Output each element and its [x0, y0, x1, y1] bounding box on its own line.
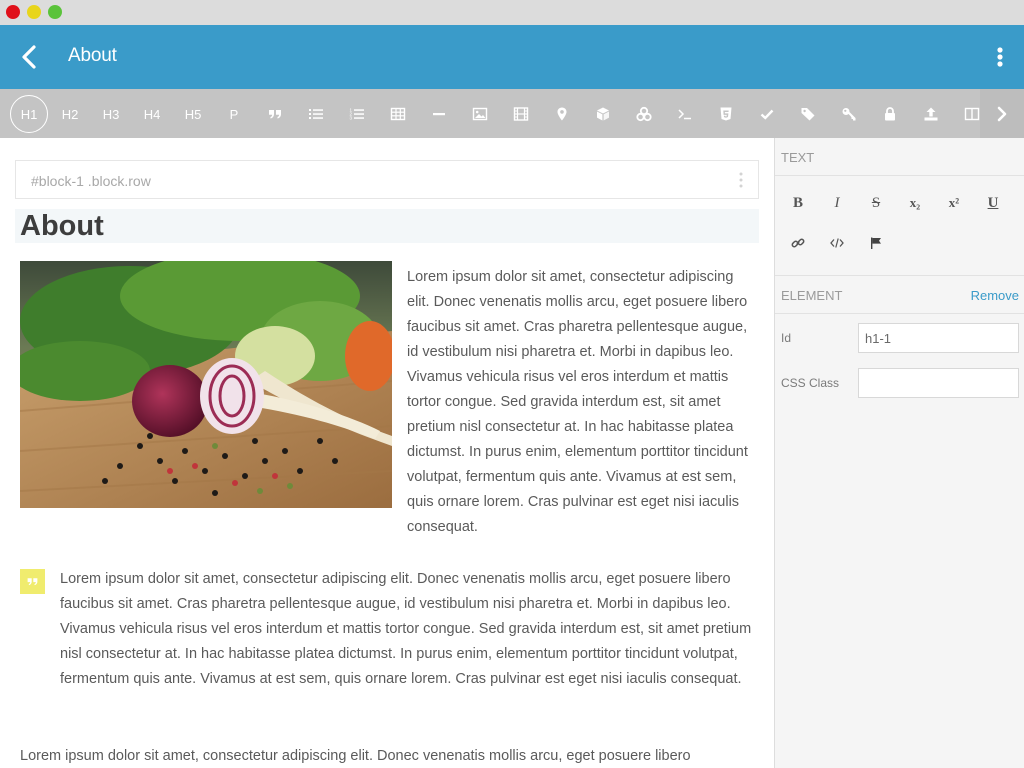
window-titlebar — [0, 0, 1024, 25]
italic-icon: I — [834, 194, 840, 211]
element-section-header: ELEMENT Remove — [775, 276, 1024, 314]
toolbar-cubes-button[interactable] — [625, 95, 663, 133]
toolbar-terminal-button[interactable] — [666, 95, 704, 133]
toolbar-h5-button[interactable]: H5 — [174, 95, 212, 133]
flag-button[interactable] — [861, 228, 891, 258]
italic-button[interactable]: I — [822, 188, 852, 218]
toolbar-check-button[interactable] — [748, 95, 786, 133]
toolbar-cube-button[interactable] — [584, 95, 622, 133]
quote-icon — [269, 110, 281, 119]
superscript-button[interactable]: x² — [939, 188, 969, 218]
body-paragraph[interactable]: Lorem ipsum dolor sit amet, consectetur … — [20, 744, 760, 768]
toolbar-bullet-list-button[interactable] — [297, 95, 335, 133]
cubes-icon — [636, 106, 652, 122]
flag-icon — [871, 237, 881, 249]
bold-button[interactable]: B — [783, 188, 813, 218]
more-vertical-icon[interactable] — [738, 170, 744, 190]
code-button[interactable] — [822, 228, 852, 258]
video-icon — [513, 107, 529, 121]
toolbar-h1-button[interactable]: H1 — [10, 95, 48, 133]
check-icon — [760, 109, 774, 120]
toolbar-html-button[interactable] — [707, 95, 745, 133]
subscript-button[interactable]: x₂ — [900, 188, 930, 218]
toolbar-lock-button[interactable] — [871, 95, 909, 133]
toolbar-upload-button[interactable] — [912, 95, 950, 133]
toolbar-table-button[interactable] — [379, 95, 417, 133]
back-button[interactable] — [14, 41, 46, 73]
toolbar-paragraph-button[interactable]: P — [215, 95, 253, 133]
html5-icon — [720, 107, 732, 121]
blockquote-text[interactable]: Lorem ipsum dolor sit amet, consectetur … — [60, 567, 760, 692]
block-selector-bar[interactable]: #block-1 .block.row — [15, 160, 759, 199]
toolbar-h3-button[interactable]: H3 — [92, 95, 130, 133]
vegetables-photo — [20, 261, 392, 508]
numbered-list-icon: 123 — [350, 108, 364, 121]
toolbar-h4-button[interactable]: H4 — [133, 95, 171, 133]
horizontal-rule-icon — [433, 113, 445, 116]
toolbar-h2-button[interactable]: H2 — [51, 95, 89, 133]
close-window-button[interactable] — [6, 5, 20, 19]
underline-button[interactable]: U — [978, 188, 1008, 218]
minimize-window-button[interactable] — [27, 5, 41, 19]
intro-paragraph[interactable]: Lorem ipsum dolor sit amet, consectetur … — [407, 265, 757, 540]
block-selector-text: #block-1 .block.row — [31, 173, 151, 189]
maximize-window-button[interactable] — [48, 5, 62, 19]
text-section-label: TEXT — [781, 150, 815, 165]
superscript-icon: x² — [948, 195, 960, 210]
more-vertical-icon — [997, 47, 1003, 67]
heading-block[interactable]: About — [15, 209, 759, 243]
strikethrough-button[interactable]: S — [861, 188, 891, 218]
chevron-left-icon — [22, 45, 36, 69]
editor-canvas: #block-1 .block.row About Lorem ipsum do… — [0, 138, 775, 768]
subscript-icon: x₂ — [909, 195, 921, 210]
bullet-list-icon — [309, 109, 323, 119]
element-section-label: ELEMENT — [781, 288, 843, 303]
link-button[interactable] — [783, 228, 813, 258]
toolbar-tags-button[interactable] — [789, 95, 827, 133]
blockquote-marker — [20, 569, 45, 594]
upload-icon — [924, 107, 938, 121]
toolbar-quote-button[interactable] — [256, 95, 294, 133]
toolbar-image-button[interactable] — [461, 95, 499, 133]
toolbar-map-pin-button[interactable] — [543, 95, 581, 133]
image-icon — [472, 107, 488, 121]
map-pin-icon — [557, 107, 567, 121]
chevron-right-icon — [997, 106, 1007, 121]
app-bar: About — [0, 25, 1024, 89]
toolbar-numbered-list-button[interactable]: 123 — [338, 95, 376, 133]
key-icon — [842, 108, 856, 121]
block-toolbar: H1 H2 H3 H4 H5 P 123 — [0, 89, 1024, 138]
page-title: About — [68, 45, 117, 66]
toolbar-key-button[interactable] — [830, 95, 868, 133]
heading-text[interactable]: About — [20, 210, 104, 243]
toolbar-horizontal-rule-button[interactable] — [420, 95, 458, 133]
id-field-label: Id — [781, 331, 792, 345]
properties-panel: TEXT B I S x₂ x² U ELEMENT Remove Id CSS… — [774, 138, 1024, 768]
text-section-header: TEXT — [775, 138, 1024, 176]
quote-icon — [27, 578, 38, 586]
css-class-field-label: CSS Class — [781, 376, 840, 390]
link-icon — [791, 238, 805, 248]
underline-icon: U — [987, 194, 999, 211]
toolbar-video-button[interactable] — [502, 95, 540, 133]
lock-icon — [885, 107, 895, 121]
remove-element-link[interactable]: Remove — [971, 288, 1019, 303]
code-icon — [830, 238, 844, 248]
strikethrough-icon: S — [871, 194, 881, 211]
table-icon — [390, 107, 406, 121]
columns-icon — [964, 107, 980, 121]
id-field[interactable] — [858, 323, 1019, 353]
more-menu-button[interactable] — [990, 43, 1010, 71]
terminal-icon — [678, 109, 691, 120]
vegetables-image[interactable] — [20, 261, 392, 508]
bold-icon: B — [792, 194, 803, 211]
css-class-field[interactable] — [858, 368, 1019, 398]
toolbar-next-button[interactable] — [980, 89, 1024, 138]
tags-icon — [801, 108, 815, 121]
svg-text:3: 3 — [350, 116, 353, 121]
cube-icon — [597, 107, 609, 121]
